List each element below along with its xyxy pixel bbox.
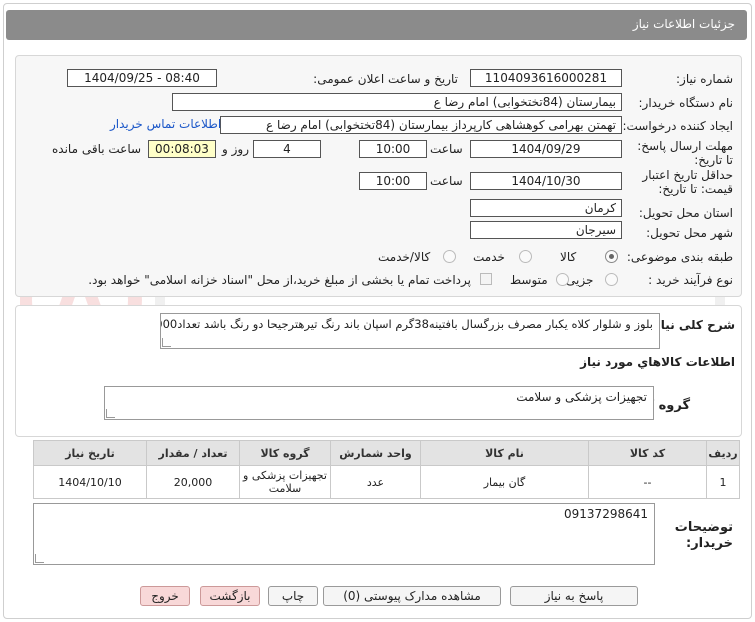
goods-group-value: تجهیزات پزشکی و سلامت [516,390,647,404]
process-option-minor: جزیی [566,273,594,287]
need-number-field: 1104093616000281 [470,69,622,87]
city-label: شهر محل تحویل: [646,226,733,240]
goods-info-header: اطلاعات کالاهاي مورد نياز [580,355,735,369]
col-group: گروه کالا [239,440,331,466]
category-radio-goods-service[interactable] [443,250,456,263]
reply-date-field: 1404/09/29 [470,140,622,158]
province-label: استان محل تحویل: [638,206,733,220]
items-table: ردیف کد کالا نام کالا واحد شمارش گروه کا… [33,440,740,499]
category-label: طبقه بندی موضوعی: [626,250,733,264]
process-label: نوع فرآیند خرید : [648,273,733,287]
resize-grip-icon[interactable] [35,554,44,563]
city-field: سیرجان [470,221,622,239]
process-radio-medium[interactable] [556,273,569,286]
buyer-org-field: بیمارستان (84تختخوابی) امام رضا ع [172,93,622,111]
category-option-goods-service: کالا/خدمت [378,250,431,264]
col-code: کد کالا [588,440,707,466]
buyer-notes-text: 09137298641 [564,507,648,521]
col-unit: واحد شمارش [330,440,421,466]
col-row: ردیف [706,440,740,466]
cell-group: تجهیزات پزشکی و سلامت [239,465,331,499]
description-label: شرح کلی نیاز: [649,318,735,332]
buyer-org-label: نام دستگاه خریدار: [638,96,734,110]
treasury-payment-checkbox[interactable] [480,273,492,285]
buyer-notes-box: 09137298641 [33,503,655,565]
cell-unit: عدد [330,465,421,499]
col-need-date: تاریخ نیاز [33,440,147,466]
requester-label: ایجاد کننده درخواست: [622,119,733,133]
reply-time-field: 10:00 [359,140,427,158]
description-text: بلوز و شلوار کلاه یکبار مصرف بزرگسال باف… [161,317,653,331]
reply-time-label: ساعت [430,142,463,156]
col-name: نام کالا [420,440,589,466]
cell-row: 1 [706,465,740,499]
resize-grip-icon[interactable] [162,338,171,347]
validity-date-field: 1404/10/30 [470,172,622,190]
process-option-medium: متوسط [510,273,548,287]
reply-deadline-label: مهلت ارسال پاسخ: تا تاریخ: [637,139,733,167]
announce-label: تاریخ و ساعت اعلان عمومی: [313,72,458,86]
days-field: 4 [253,140,321,158]
goods-group-box: تجهیزات پزشکی و سلامت [104,386,654,420]
cell-code: -- [588,465,707,499]
table-row[interactable]: 1 -- گان بیمار عدد تجهیزات پزشکی و سلامت… [33,465,740,499]
remaining-time-label: ساعت باقی مانده [52,142,142,156]
province-field: کرمان [470,199,622,217]
items-table-header-row: ردیف کد کالا نام کالا واحد شمارش گروه کا… [33,440,740,466]
reply-button[interactable]: پاسخ به نیاز [510,586,638,606]
need-number-label: شماره نیاز: [676,72,733,86]
announce-datetime-field: 1404/09/25 - 08:40 [67,69,217,87]
requester-field: تهمتن بهرامی کوهشاهی کارپرداز بیمارستان … [220,116,622,134]
resize-grip-icon[interactable] [106,409,115,418]
category-option-goods: کالا [560,250,577,264]
back-button[interactable]: بازگشت [200,586,260,606]
category-radio-goods[interactable] [605,250,618,263]
exit-button[interactable]: خروج [140,586,190,606]
page-header: جزئیات اطلاعات نیاز [6,10,747,40]
col-qty: تعداد / مقدار [146,440,240,466]
cell-qty: 20,000 [146,465,240,499]
category-option-service: خدمت [473,250,505,264]
process-radio-minor[interactable] [605,273,618,286]
treasury-payment-note: پرداخت تمام یا بخشی از مبلغ خرید،از محل … [88,273,471,287]
validity-time-field: 10:00 [359,172,427,190]
print-button[interactable]: چاپ [268,586,318,606]
remaining-time-field: 00:08:03 [148,140,216,158]
cell-need-date: 1404/10/10 [33,465,147,499]
description-textarea: بلوز و شلوار کلاه یکبار مصرف بزرگسال باف… [160,313,660,349]
attachments-button[interactable]: مشاهده مدارک پیوستی (0) [323,586,501,606]
buyer-notes-label: توضیحات خریدار: [674,520,733,551]
page-title: جزئیات اطلاعات نیاز [632,17,735,31]
validity-label: حداقل تاریخ اعتبار قیمت: تا تاریخ: [642,168,733,196]
cell-name: گان بیمار [420,465,589,499]
validity-time-label: ساعت [430,174,463,188]
buyer-contact-link[interactable]: اطلاعات تماس خریدار [110,117,221,131]
days-label: روز و [222,142,249,156]
category-radio-service[interactable] [519,250,532,263]
